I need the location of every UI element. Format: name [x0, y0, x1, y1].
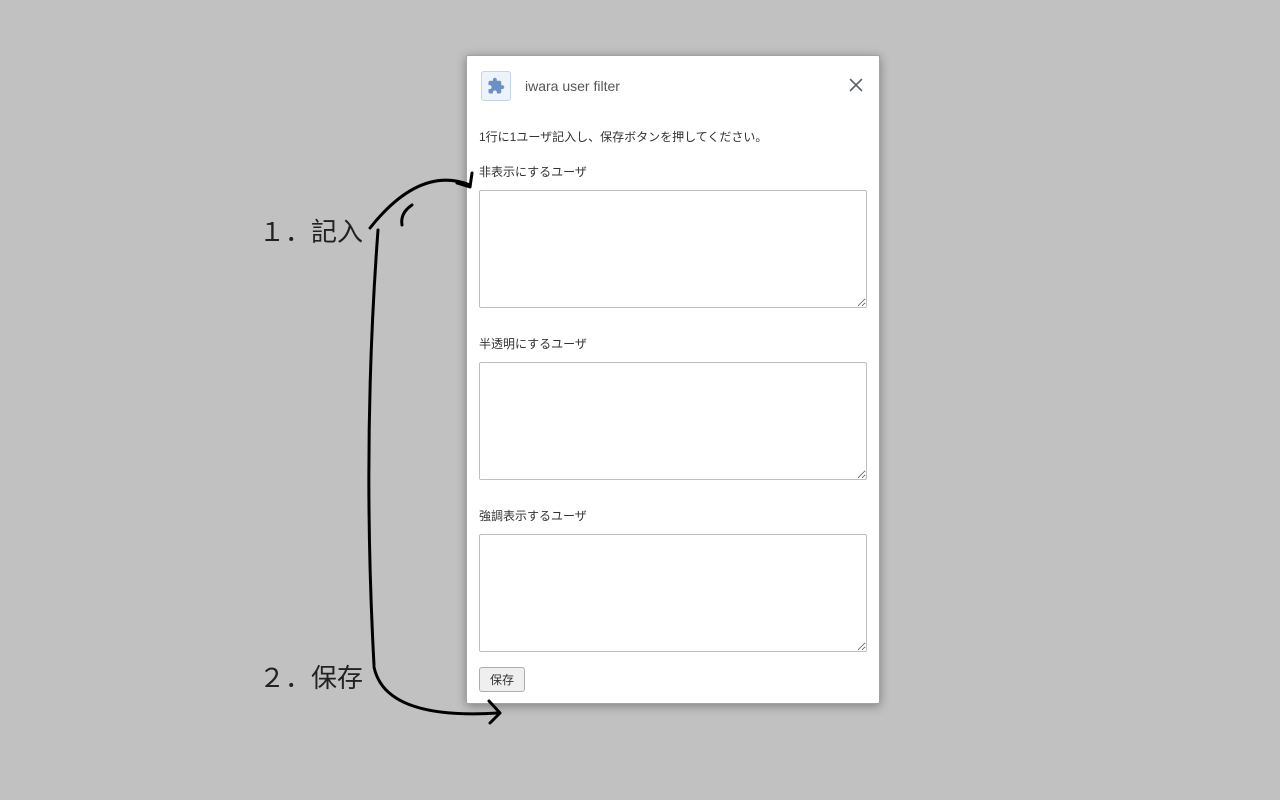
translucent-users-textarea[interactable] — [479, 362, 867, 480]
hide-users-label: 非表示にするユーザ — [479, 163, 867, 180]
close-icon — [849, 78, 863, 92]
emphasize-users-label: 強調表示するユーザ — [479, 507, 867, 524]
hide-users-textarea[interactable] — [479, 190, 867, 308]
extension-puzzle-icon — [481, 71, 511, 101]
extension-options-dialog: iwara user filter 1行に1ユーザ記入し、保存ボタンを押してくだ… — [466, 55, 880, 704]
dialog-body[interactable]: 1行に1ユーザ記入し、保存ボタンを押してください。 非表示にするユーザ 半透明に… — [467, 116, 879, 703]
close-button[interactable] — [843, 72, 869, 98]
instructions-text: 1行に1ユーザ記入し、保存ボタンを押してください。 — [479, 128, 867, 145]
emphasize-users-textarea[interactable] — [479, 534, 867, 652]
dialog-title: iwara user filter — [525, 78, 620, 94]
annotation-step2: ２．保存 — [259, 658, 363, 695]
save-button[interactable]: 保存 — [479, 667, 525, 692]
translucent-users-label: 半透明にするユーザ — [479, 335, 867, 352]
dialog-header: iwara user filter — [467, 56, 879, 116]
annotation-step1: １．記入 — [259, 212, 363, 249]
